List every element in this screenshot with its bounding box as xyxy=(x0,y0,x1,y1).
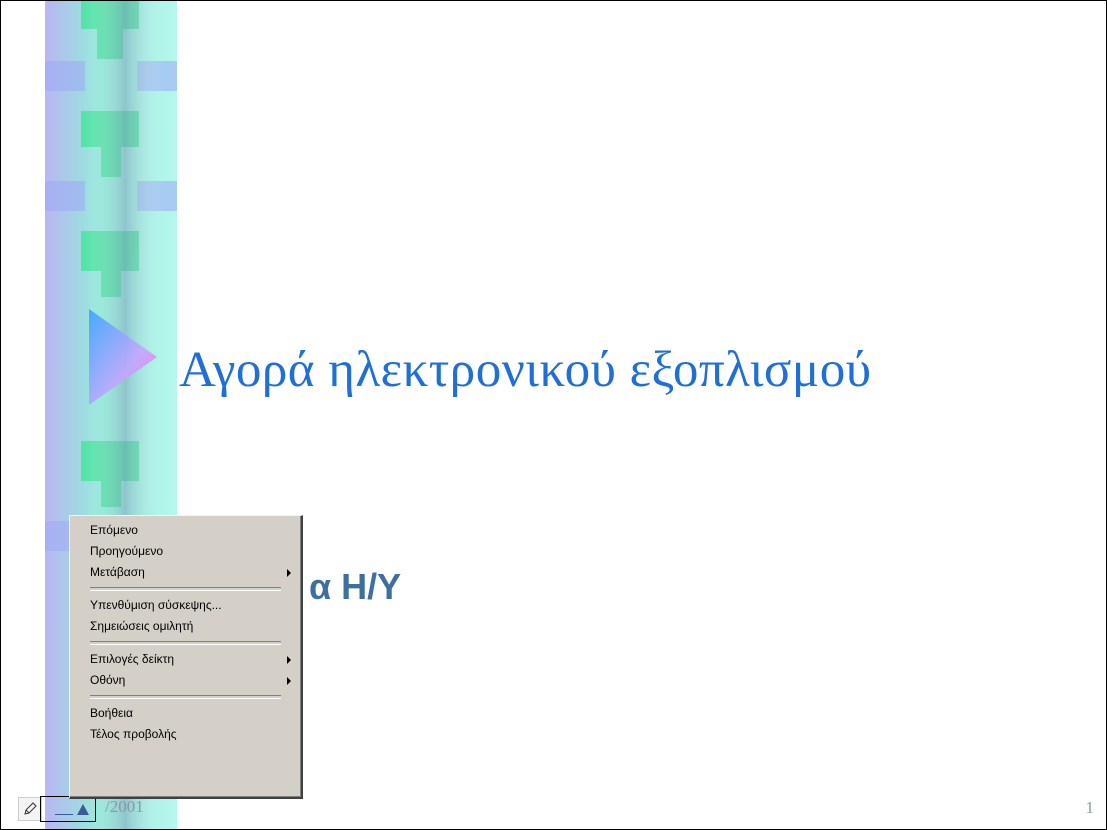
menu-item-next[interactable]: Επόμενο xyxy=(70,520,301,541)
menu-item-end-show[interactable]: Τέλος προβολής xyxy=(70,724,301,745)
submenu-arrow-icon xyxy=(287,656,291,664)
slideshow-context-menu: Επόμενο Προηγούμενο Μετάβαση Υπενθύμιση … xyxy=(69,515,303,799)
menu-item-go-to[interactable]: Μετάβαση xyxy=(70,562,301,583)
menu-item-speaker-notes[interactable]: Σημειώσεις ομιλητή xyxy=(70,616,301,637)
slide-number: 1 xyxy=(1085,798,1095,817)
menu-item-pointer-options[interactable]: Επιλογές δείκτη xyxy=(70,649,301,670)
menu-item-meeting-minder[interactable]: Υπενθύμιση σύσκεψης... xyxy=(70,595,301,616)
menu-item-previous[interactable]: Προηγούμενο xyxy=(70,541,301,562)
slideshow-nav-control xyxy=(18,796,96,822)
pen-icon[interactable] xyxy=(18,797,42,821)
menu-separator xyxy=(90,695,281,699)
menu-item-screen[interactable]: Οθόνη xyxy=(70,670,301,691)
submenu-arrow-icon xyxy=(287,569,291,577)
footer-date: /2001 xyxy=(105,797,144,816)
slideshow-menu-icon[interactable] xyxy=(40,796,96,822)
menu-item-help[interactable]: Βοήθεια xyxy=(70,703,301,724)
slide-title: Αγορά ηλεκτρονικού εξοπλισμού xyxy=(179,342,872,398)
menu-separator xyxy=(90,641,281,645)
menu-separator xyxy=(90,587,281,591)
slide-subtitle: α Η/Υ xyxy=(309,566,402,607)
slide-canvas[interactable]: Αγορά ηλεκτρονικού εξοπλισμού α Η/Υ /200… xyxy=(0,0,1107,830)
submenu-arrow-icon xyxy=(287,677,291,685)
